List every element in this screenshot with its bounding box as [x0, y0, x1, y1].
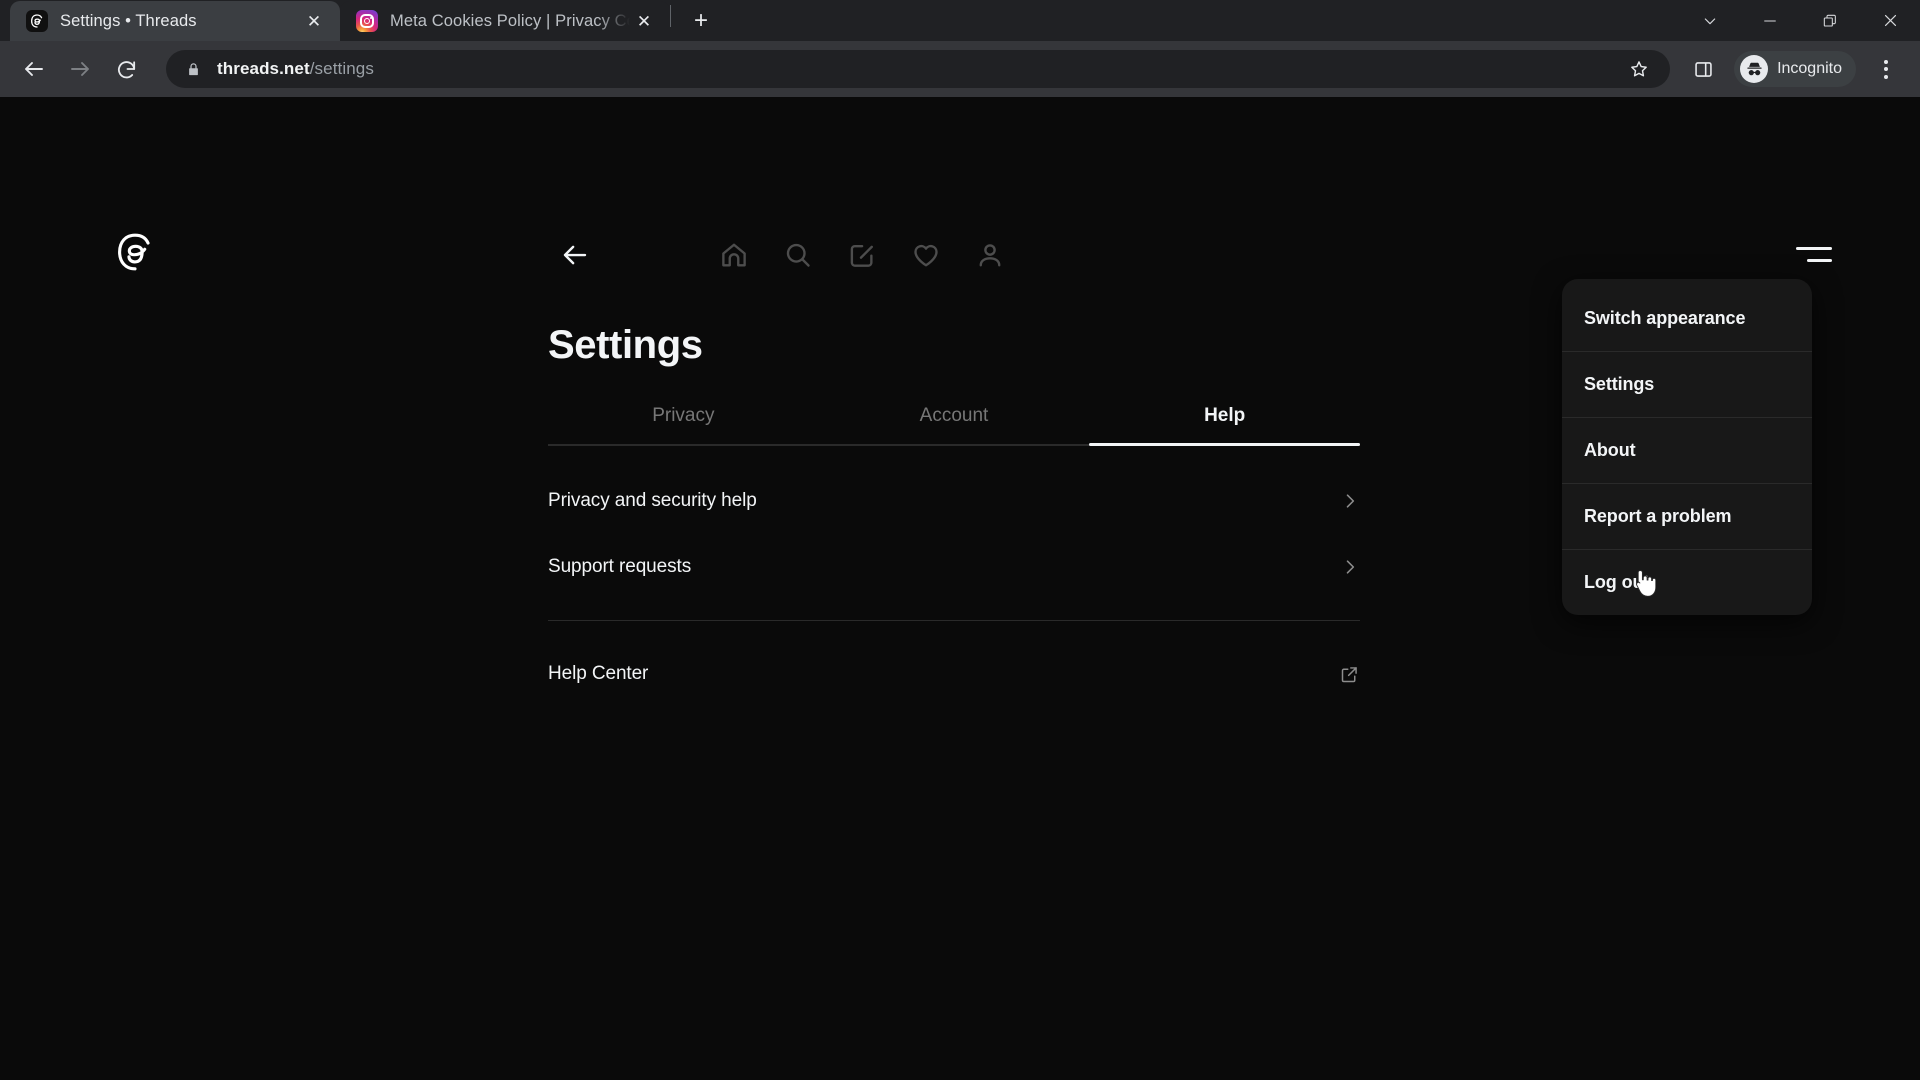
settings-main-column: Settings Privacy Account Help Privacy an… [548, 325, 1360, 707]
side-panel-icon[interactable] [1682, 48, 1724, 90]
account-dropdown-menu: Switch appearance Settings About Report … [1562, 279, 1812, 615]
list-item-label: Privacy and security help [548, 490, 757, 511]
url-path: /settings [309, 59, 374, 78]
page-title: Settings [548, 323, 703, 367]
profile-icon[interactable] [958, 225, 1022, 285]
settings-tabs: Privacy Account Help [548, 395, 1360, 444]
tab-close-icon[interactable]: ✕ [630, 7, 658, 35]
tab-title: Settings • Threads [60, 11, 197, 30]
browser-menu-icon[interactable] [1866, 49, 1906, 89]
threads-favicon-icon [26, 10, 48, 32]
menu-item-about[interactable]: About [1562, 417, 1812, 483]
home-icon[interactable] [702, 225, 766, 285]
forward-button[interactable] [60, 49, 100, 89]
menu-item-switch-appearance[interactable]: Switch appearance [1562, 285, 1812, 351]
chevron-right-icon [1340, 491, 1360, 511]
bookmark-star-icon[interactable] [1622, 52, 1656, 86]
chevron-right-icon [1340, 557, 1360, 577]
back-button[interactable] [14, 49, 54, 89]
hamburger-menu-icon[interactable] [1786, 237, 1832, 271]
tabs-underline [548, 443, 1360, 446]
list-item-support-requests[interactable]: Support requests [548, 534, 1360, 600]
address-bar[interactable]: threads.net/settings [166, 50, 1671, 88]
tab-help[interactable]: Help [1089, 395, 1360, 444]
instagram-favicon-icon [356, 10, 378, 32]
window-controls [1680, 0, 1920, 41]
list-item-privacy-and-security-help[interactable]: Privacy and security help [548, 468, 1360, 534]
threads-top-navigation [540, 225, 1200, 285]
close-icon[interactable] [1860, 0, 1920, 41]
menu-item-log-out[interactable]: Log out [1562, 549, 1812, 615]
section-divider [548, 620, 1360, 621]
browser-chrome: Settings • Threads ✕ Meta Cookies Policy… [0, 0, 1920, 97]
reload-button[interactable] [106, 49, 146, 89]
activity-heart-icon[interactable] [894, 225, 958, 285]
tab-account[interactable]: Account [819, 395, 1090, 444]
threads-settings-page: Settings Privacy Account Help Privacy an… [0, 97, 1920, 1080]
threads-logo-icon[interactable] [113, 230, 157, 274]
browser-tab-meta-cookies-policy[interactable]: Meta Cookies Policy | Privacy Ce ✕ [340, 1, 670, 41]
url-text: threads.net/settings [217, 59, 1622, 79]
list-item-help-center[interactable]: Help Center [548, 641, 1360, 707]
browser-toolbar: threads.net/settings Incognito [0, 41, 1920, 97]
new-tab-button[interactable]: + [683, 3, 719, 39]
tab-divider [670, 5, 671, 27]
back-arrow-icon[interactable] [540, 225, 610, 285]
active-tab-indicator [1089, 443, 1360, 446]
incognito-label: Incognito [1777, 60, 1842, 77]
help-settings-list: Privacy and security help Support reques… [548, 468, 1360, 707]
lock-icon [186, 62, 201, 77]
external-link-icon [1339, 664, 1360, 685]
tab-search-chevron-icon[interactable] [1680, 0, 1740, 41]
minimize-icon[interactable] [1740, 0, 1800, 41]
incognito-profile-chip[interactable]: Incognito [1734, 51, 1856, 87]
tab-title: Meta Cookies Policy | Privacy Ce [390, 11, 630, 30]
incognito-icon [1740, 55, 1769, 83]
url-host: threads.net [217, 59, 310, 78]
tab-strip: Settings • Threads ✕ Meta Cookies Policy… [0, 0, 1920, 41]
tab-privacy[interactable]: Privacy [548, 395, 819, 444]
menu-item-report-a-problem[interactable]: Report a problem [1562, 483, 1812, 549]
search-icon[interactable] [766, 225, 830, 285]
list-item-label: Support requests [548, 556, 692, 577]
browser-tab-settings-threads[interactable]: Settings • Threads ✕ [10, 1, 340, 41]
restore-icon[interactable] [1800, 0, 1860, 41]
compose-icon[interactable] [830, 225, 894, 285]
menu-item-settings[interactable]: Settings [1562, 351, 1812, 417]
tab-close-icon[interactable]: ✕ [300, 7, 328, 35]
list-item-label: Help Center [548, 663, 649, 684]
